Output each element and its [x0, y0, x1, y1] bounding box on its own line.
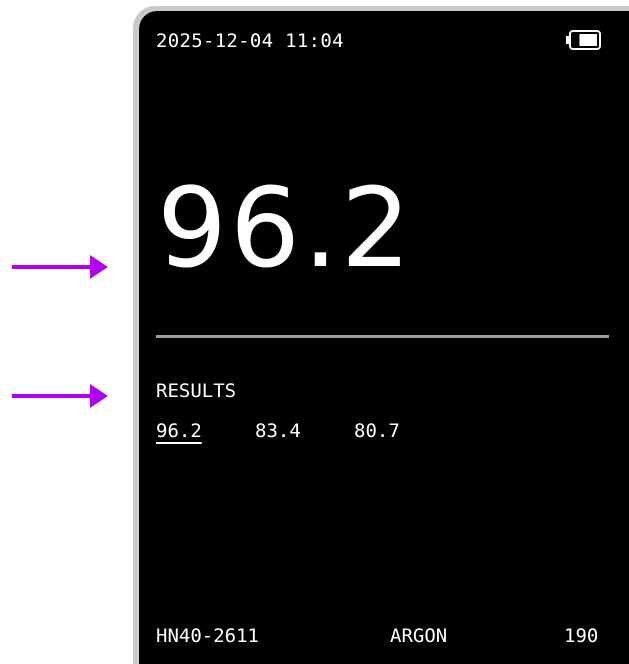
result-value-selected[interactable]: 96.2: [156, 420, 255, 442]
result-value-label: 83.4: [255, 420, 301, 442]
divider: [156, 335, 609, 338]
result-value-label: 96.2: [156, 420, 202, 442]
battery-icon: [566, 30, 601, 50]
results-list: 96.2 83.4 80.7: [156, 420, 453, 442]
annotation-arrow-icon: [12, 384, 108, 408]
annotation-arrow-icon: [12, 255, 108, 279]
measurement-count: 190: [564, 625, 599, 647]
gas-type: ARGON: [390, 625, 448, 647]
result-value-label: 80.7: [354, 420, 400, 442]
status-datetime: 2025-12-04 11:04: [156, 30, 344, 52]
device-screen: 2025-12-04 11:04 96.2 RESULTS 96.2 83.4 …: [139, 11, 629, 664]
result-value[interactable]: 80.7: [354, 420, 453, 442]
main-reading: 96.2: [157, 164, 414, 292]
device-id: HN40-2611: [156, 625, 259, 647]
result-value[interactable]: 83.4: [255, 420, 354, 442]
results-heading: RESULTS: [156, 380, 237, 402]
